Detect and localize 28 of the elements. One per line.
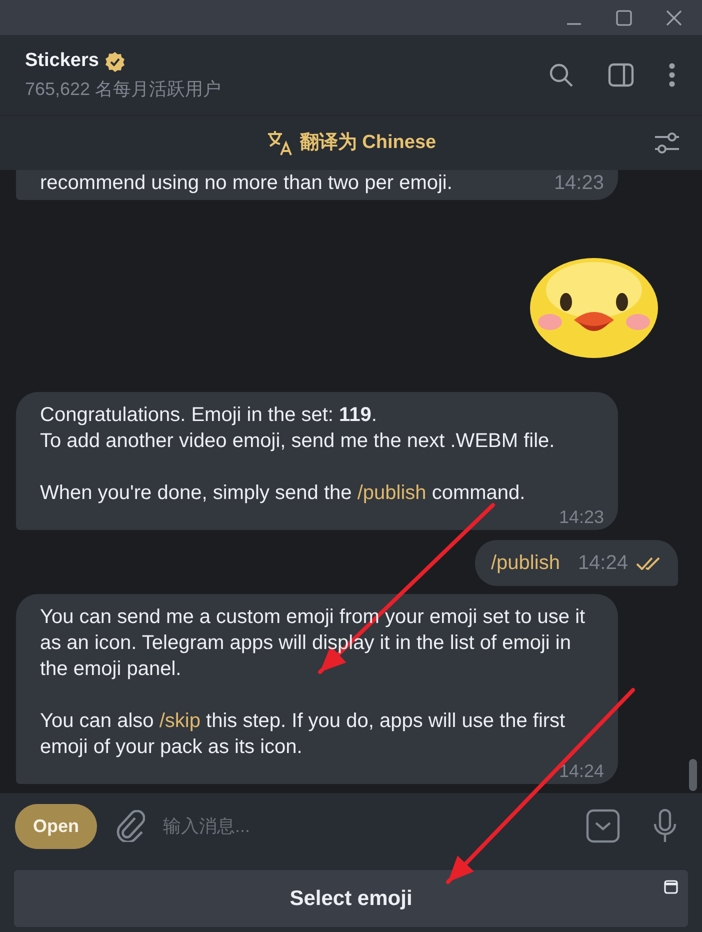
message-text: You can also /skip this step. If you do, apps will use the first emoji of your pack as its icon. (40, 709, 566, 760)
scrollbar-thumb[interactable] (689, 759, 697, 791)
filter-settings-icon[interactable] (654, 132, 680, 154)
more-icon[interactable] (668, 63, 676, 87)
paperclip-icon[interactable] (115, 810, 146, 842)
window-icon (664, 880, 678, 894)
message-time: 14:23 (554, 172, 604, 194)
message-time: 14:24 (558, 760, 604, 782)
message-time: 14:23 (558, 506, 604, 528)
bot-command-link[interactable]: /publish (491, 552, 560, 574)
sidebar-toggle-icon[interactable] (608, 63, 634, 87)
bot-command-link[interactable]: /skip (159, 710, 200, 732)
maximize-icon[interactable] (616, 10, 632, 26)
search-icon[interactable] (548, 62, 574, 88)
message-input[interactable]: 输入消息... (163, 812, 568, 840)
message-text: Congratulations. Emoji in the set: 119. To add another video emoji, send me the next .WEBM file. (40, 403, 555, 454)
member-count: 765,622 名每月活跃用户 (25, 78, 222, 101)
message-time: 14:24 (578, 551, 628, 576)
microphone-icon[interactable] (652, 809, 678, 843)
chat-title: Stickers (25, 49, 99, 74)
message-text: When you're done, simply send the /publish command. (40, 481, 526, 506)
bot-command-link[interactable]: /publish (357, 482, 426, 504)
message-text: recommend using no more than two per emoji. (40, 171, 452, 196)
translate-icon (266, 130, 294, 156)
close-icon[interactable] (666, 10, 682, 26)
bot-keyboard-icon[interactable] (586, 809, 620, 843)
translate-button[interactable]: 翻译为 Chinese (266, 128, 436, 158)
select-emoji-button[interactable]: Select emoji (14, 870, 688, 927)
